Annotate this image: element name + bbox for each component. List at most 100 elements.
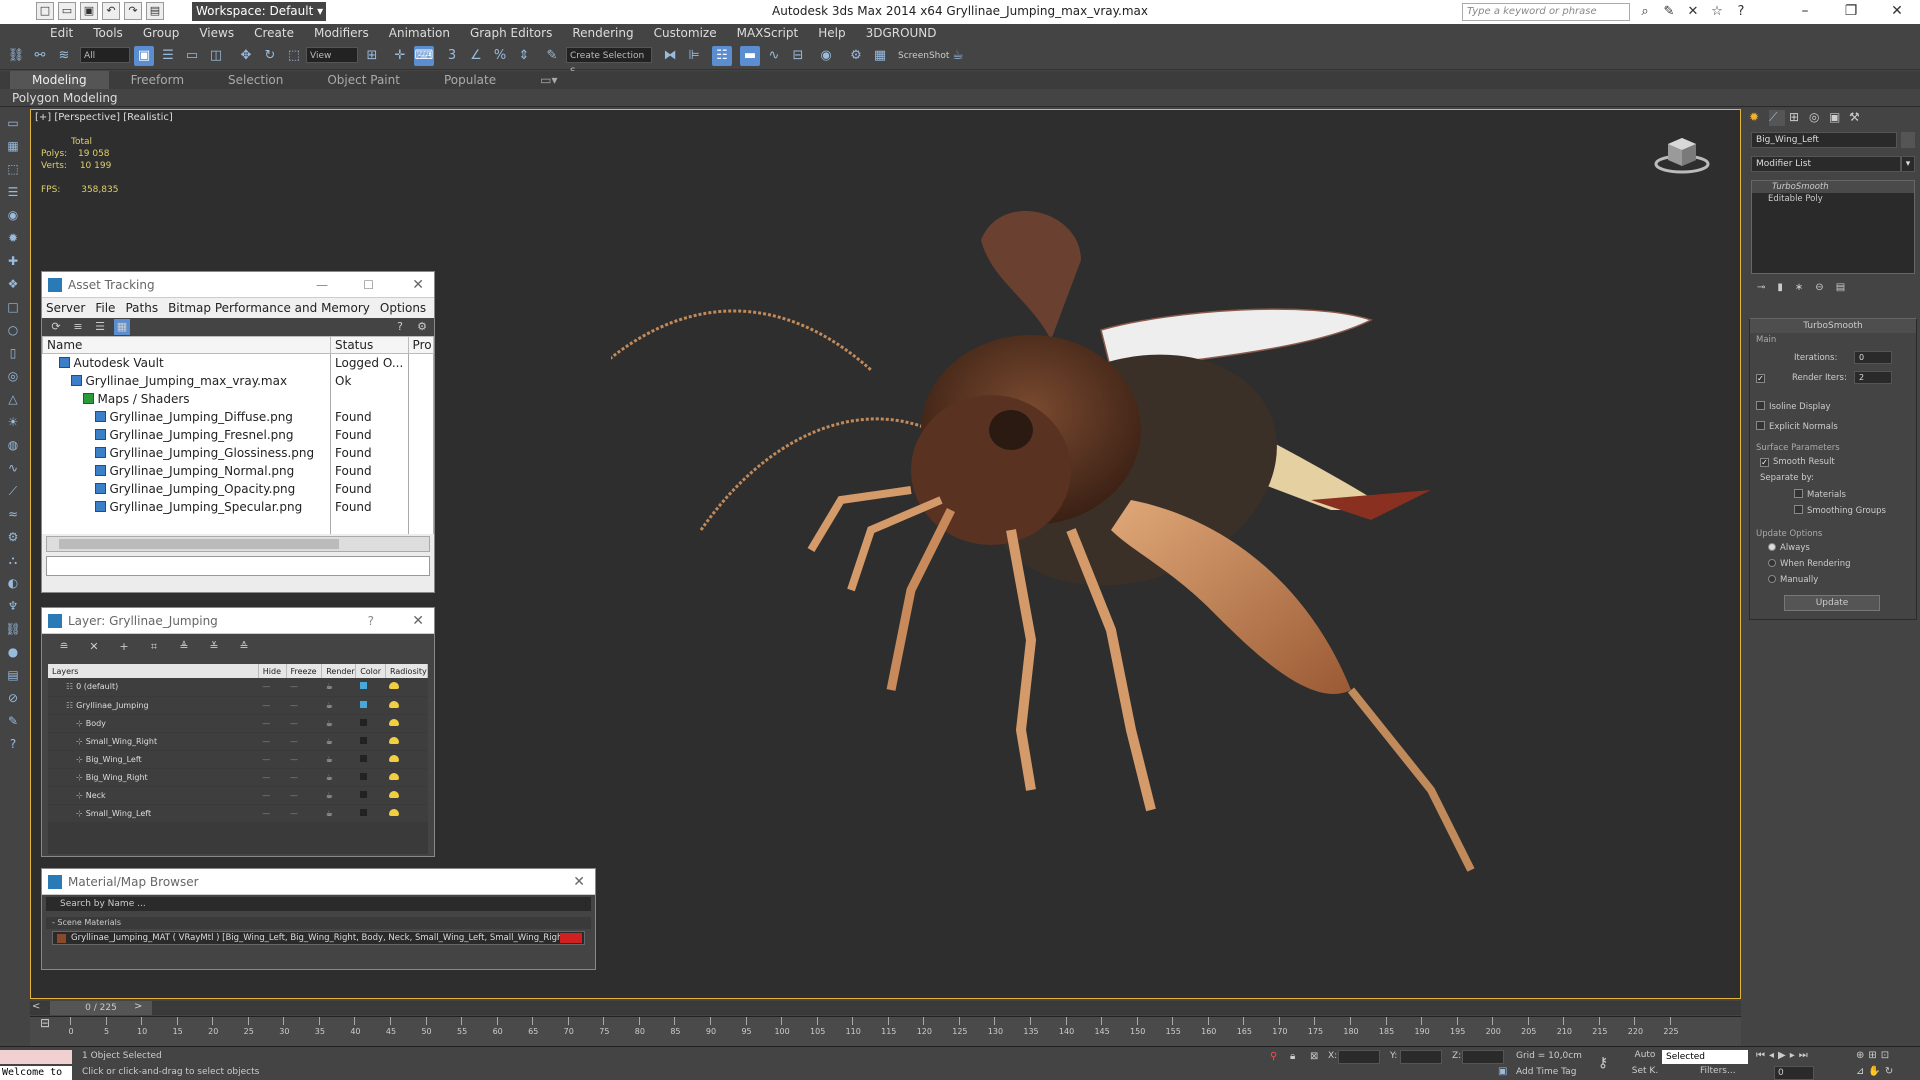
layer-row[interactable]: ⊹ Neck — — ☕ <box>48 786 428 805</box>
maxscript-listener[interactable] <box>0 1050 72 1064</box>
ribbon-tab-populate[interactable]: Populate <box>422 71 518 89</box>
render-teapot-icon[interactable]: ☕ <box>321 786 356 805</box>
freeze-toggle[interactable]: — <box>286 678 322 697</box>
shape-icon[interactable]: ∿ <box>3 461 23 479</box>
render-teapot-icon[interactable]: ☕ <box>321 750 356 769</box>
hide-toggle[interactable]: — <box>258 732 286 751</box>
align-icon[interactable]: ⊫ <box>684 46 704 66</box>
asset-path-field[interactable] <box>46 555 430 576</box>
modify-tab-icon[interactable]: ⟋ <box>1769 110 1785 126</box>
freeze-all-icon[interactable]: ≙ <box>236 639 252 655</box>
cone-icon[interactable]: △ <box>3 392 23 410</box>
rendered-frame-window-icon[interactable]: ▦ <box>870 46 890 66</box>
radiosity-bulb-icon[interactable] <box>389 790 400 798</box>
scene-materials-section[interactable]: - Scene Materials <box>46 917 591 929</box>
snaps-toggle-icon[interactable]: 3 <box>442 46 462 66</box>
light-icon[interactable]: ✹ <box>3 231 23 249</box>
go-to-start-icon[interactable]: ⏮ <box>1756 1050 1765 1061</box>
communication-center-icon[interactable]: ✕ <box>1684 3 1702 21</box>
help-icon[interactable]: ? <box>392 319 408 335</box>
layer-color-swatch[interactable] <box>359 718 367 726</box>
make-unique-icon[interactable]: ∗ <box>1795 282 1803 298</box>
maxscript-input[interactable]: Welcome to <box>0 1066 72 1080</box>
next-key-icon[interactable]: ▸ <box>1790 1050 1795 1061</box>
table-row[interactable]: Gryllinae_Jumping_Normal.png Found <box>42 461 435 480</box>
close-icon[interactable]: ✕ <box>412 272 424 298</box>
hide-toggle[interactable]: — <box>258 696 286 715</box>
scene-explorer-icon[interactable]: ☰ <box>3 185 23 203</box>
unlink-icon[interactable]: ⚯ <box>30 46 50 66</box>
asset-column-status[interactable]: Status <box>330 336 409 354</box>
angle-snap-icon[interactable]: ∠ <box>466 46 486 66</box>
set-key-button[interactable]: Set K. <box>1630 1066 1660 1080</box>
select-object-icon[interactable]: ▣ <box>134 46 154 66</box>
explicit-normals-checkbox[interactable] <box>1756 421 1765 430</box>
field-of-view-icon[interactable]: ⊿ <box>1856 1066 1864 1077</box>
window-crossing-icon[interactable]: ◫ <box>206 46 226 66</box>
layer-row[interactable]: ☷ Gryllinae_Jumping — — ☕ <box>48 696 428 715</box>
bone-icon[interactable]: ⟋ <box>3 484 23 502</box>
named-selection-dropdown[interactable]: Create Selection S <box>566 47 652 77</box>
layer-column-freeze[interactable]: Freeze <box>286 664 323 678</box>
render-teapot-icon[interactable]: ☕ <box>321 696 356 715</box>
menu-create[interactable]: Create <box>244 24 304 42</box>
ribbon-tab-selection[interactable]: Selection <box>206 71 305 89</box>
pin-stack-icon[interactable]: ⊸ <box>1757 282 1765 298</box>
geometry-icon[interactable]: □ <box>3 300 23 318</box>
radiosity-bulb-icon[interactable] <box>389 808 400 816</box>
mini-curve-editor-icon[interactable]: ⊟ <box>40 1016 60 1046</box>
table-row[interactable]: Gryllinae_Jumping_max_vray.max Ok <box>42 371 435 390</box>
screenshot-label[interactable]: ScreenShot <box>898 51 949 61</box>
favorites-icon[interactable]: ☆ <box>1708 3 1726 21</box>
menu-help[interactable]: Help <box>808 24 855 42</box>
freeze-toggle[interactable]: — <box>286 732 322 751</box>
layer-color-swatch[interactable] <box>359 700 367 708</box>
add-time-tag[interactable]: Add Time Tag <box>1516 1067 1576 1077</box>
object-name-field[interactable]: Big_Wing_Left <box>1751 132 1897 148</box>
radiosity-bulb-icon[interactable] <box>389 754 400 762</box>
hide-toggle[interactable]: — <box>258 786 286 805</box>
orbit-icon[interactable]: ↻ <box>1885 1066 1893 1077</box>
asset-menu-server[interactable]: Server <box>46 298 85 318</box>
layer-color-swatch[interactable] <box>359 754 367 762</box>
time-slider[interactable]: < 0 / 225 > <box>30 1001 1741 1015</box>
link-icon[interactable]: ⛓ <box>3 622 23 640</box>
iterations-input[interactable]: 0 <box>1854 351 1892 364</box>
menu-tools[interactable]: Tools <box>83 24 133 42</box>
cricket-3d-model[interactable] <box>611 170 1571 890</box>
asset-menu-bitmap-performance-and-memory[interactable]: Bitmap Performance and Memory <box>168 298 370 318</box>
tools-icon[interactable]: ✎ <box>1660 3 1678 21</box>
material-search-input[interactable]: Search by Name ... <box>46 897 591 911</box>
pan-icon[interactable]: ✋ <box>1868 1066 1880 1077</box>
material-editor-icon[interactable]: ◉ <box>816 46 836 66</box>
maximize-icon[interactable]: ☐ <box>363 272 374 298</box>
help-icon[interactable]: ? <box>1732 3 1750 21</box>
stack-item-editable-poly[interactable]: Editable Poly <box>1752 193 1914 205</box>
edit-named-selection-icon[interactable]: ✎ <box>542 46 562 66</box>
radiosity-bulb-icon[interactable] <box>389 772 400 780</box>
render-setup-icon[interactable]: ⚙ <box>846 46 866 66</box>
render-teapot-icon[interactable]: ☕ <box>948 46 968 66</box>
layer-color-swatch[interactable] <box>359 772 367 780</box>
select-in-layer-icon[interactable]: ⌗ <box>146 639 162 655</box>
layer-color-swatch[interactable] <box>359 682 367 690</box>
scale-icon[interactable]: ⬚ <box>284 46 304 66</box>
hide-all-icon[interactable]: ≚ <box>206 639 222 655</box>
asset-column-name[interactable]: Name <box>42 336 331 354</box>
menu-customize[interactable]: Customize <box>644 24 727 42</box>
layer-row[interactable]: ⊹ Small_Wing_Left — — ☕ <box>48 804 428 823</box>
menu-group[interactable]: Group <box>133 24 190 42</box>
table-row[interactable]: Gryllinae_Jumping_Fresnel.png Found <box>42 425 435 444</box>
ribbon-tab-freeform[interactable]: Freeform <box>109 71 206 89</box>
select-by-name-icon[interactable]: ☰ <box>158 46 178 66</box>
freeze-toggle[interactable]: — <box>286 696 322 715</box>
paint-icon[interactable]: ✎ <box>3 714 23 732</box>
table-row[interactable]: Gryllinae_Jumping_Opacity.png Found <box>42 479 435 498</box>
helper-icon[interactable]: ✚ <box>3 254 23 272</box>
remove-modifier-icon[interactable]: ⊖ <box>1815 282 1823 298</box>
maximize-button[interactable]: ❐ <box>1828 0 1874 24</box>
hide-toggle[interactable]: — <box>258 804 286 823</box>
rotate-icon[interactable]: ↻ <box>260 46 280 66</box>
layer-column-layers[interactable]: Layers <box>48 664 259 678</box>
hide-toggle[interactable]: — <box>258 750 286 769</box>
